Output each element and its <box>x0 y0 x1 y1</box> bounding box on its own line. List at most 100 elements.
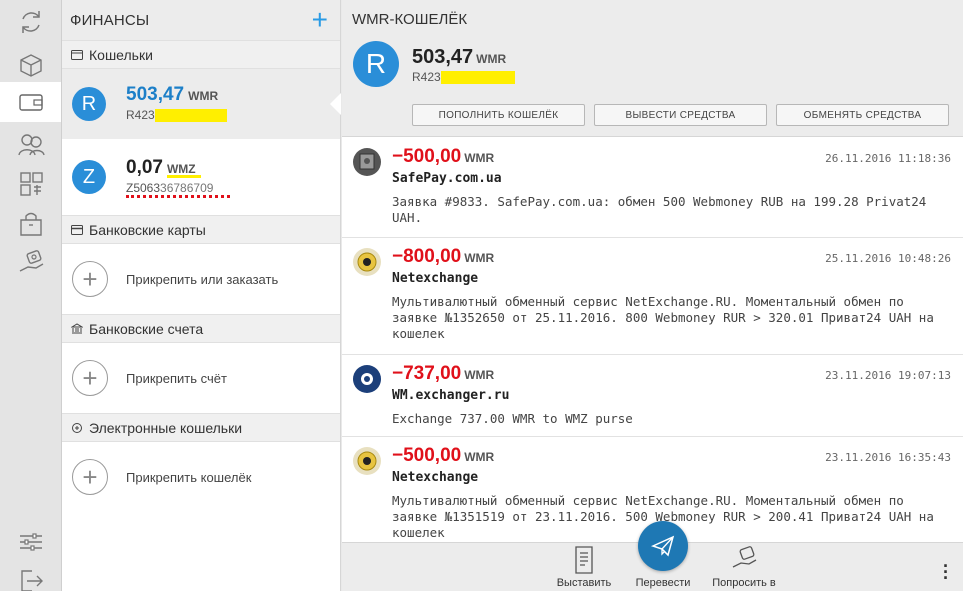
box-icon <box>20 54 42 77</box>
transaction-amount: −737,00 <box>392 363 462 384</box>
attach-card-label: Прикрепить или заказать <box>126 271 279 287</box>
coin-stack-icon <box>70 422 84 433</box>
invoice-button[interactable]: Выставить <box>554 543 614 591</box>
finance-header: ФИНАНСЫ + <box>62 0 340 40</box>
invoice-icon <box>575 546 593 574</box>
transaction-currency: WMR <box>464 151 495 165</box>
hand-money-icon <box>732 546 757 568</box>
transaction-date: 25.11.2016 10:48:26 <box>825 252 951 265</box>
transaction-description: Заявка #9833. SafePay.com.ua: обмен 500 … <box>392 194 927 225</box>
exchanger-logo-icon <box>353 365 381 393</box>
balance-amount: 503,47 WMR <box>412 46 507 68</box>
wallet-avatar: R <box>72 87 106 121</box>
contacts-icon <box>18 134 45 156</box>
transaction-amount: −500,00 <box>392 146 462 167</box>
transaction-currency: WMR <box>464 368 495 382</box>
nav-finance[interactable] <box>0 82 61 122</box>
attach-card-item[interactable]: + Прикрепить или заказать <box>62 244 340 314</box>
wallet-item-wmr[interactable]: R 503,47 WMR R423 <box>62 69 341 139</box>
section-bank-cards-label: Банковские карты <box>89 221 206 238</box>
section-wallets-label: Кошельки <box>89 46 153 63</box>
panel-title: WMR-КОШЕЛЁК <box>352 11 468 28</box>
section-bank-accounts: Банковские счета <box>62 314 340 343</box>
wallet-avatar-large: R <box>353 41 399 87</box>
withdraw-button[interactable]: ВЫВЕСТИ СРЕДСТВА <box>594 104 767 126</box>
bank-icon <box>70 323 84 334</box>
transaction-counterparty: WM.exchanger.ru <box>392 388 510 403</box>
transaction-date: 23.11.2016 16:35:43 <box>825 451 951 464</box>
circle-plus-icon: + <box>72 261 108 297</box>
card-icon <box>70 224 84 235</box>
wallet-summary: WMR-КОШЕЛЁК R 503,47 WMR R423 ПОПОЛНИТЬ К… <box>342 0 963 137</box>
balance-currency: WMR <box>476 52 507 66</box>
transaction-amount: −500,00 <box>392 445 462 466</box>
wallet-small-icon <box>70 49 84 60</box>
coin-icon <box>353 447 381 475</box>
app-window: ФИНАНСЫ + Кошельки R 503,47 WMR R423 Z 0,… <box>0 0 963 591</box>
hand-money-icon <box>19 250 44 272</box>
section-e-wallets: Электронные кошельки <box>62 413 340 442</box>
wallet-id: R423 <box>412 70 515 85</box>
coin-icon <box>353 248 381 276</box>
transaction-counterparty: SafePay.com.ua <box>392 171 502 186</box>
action-bar: ПОПОЛНИТЬ КОШЕЛЁК ВЫВЕСТИ СРЕДСТВА ОБМЕН… <box>412 104 949 126</box>
sliders-icon <box>20 533 42 551</box>
circle-plus-icon: + <box>72 459 108 495</box>
transaction-description: Мультивалютный обменный сервис NetExchan… <box>392 294 934 341</box>
transaction-date: 23.11.2016 19:07:13 <box>825 369 951 382</box>
wallet-amount: 503,47 <box>126 84 185 105</box>
nav-credit[interactable] <box>0 242 62 282</box>
logout-button[interactable] <box>0 560 62 591</box>
transaction-counterparty: Netexchange <box>392 271 479 286</box>
transaction-date: 26.11.2016 11:18:36 <box>825 152 951 165</box>
nav-contacts[interactable] <box>0 124 62 164</box>
transaction-row[interactable]: −500,00 WMR 26.11.2016 11:18:36 SafePay.c… <box>342 138 963 238</box>
attach-account-label: Прикрепить счёт <box>126 370 227 386</box>
wallet-id: R423 <box>126 108 227 123</box>
logout-icon <box>21 570 43 591</box>
finance-panel: ФИНАНСЫ + Кошельки R 503,47 WMR R423 Z 0,… <box>62 0 341 591</box>
topup-button[interactable]: ПОПОЛНИТЬ КОШЕЛЁК <box>412 104 585 126</box>
more-options-icon[interactable]: · · · <box>943 557 949 587</box>
transaction-row[interactable]: −737,00 WMR 23.11.2016 19:07:13 WM.exchan… <box>342 355 963 437</box>
shopping-bag-icon <box>20 212 42 236</box>
nav-box[interactable] <box>0 44 62 84</box>
wallet-item-wmz[interactable]: Z 0,07 WMZ Z506336786709 <box>62 139 340 215</box>
nav-payments[interactable] <box>0 164 62 204</box>
attach-ewallet-item[interactable]: + Прикрепить кошелёк <box>62 442 340 512</box>
section-e-wallets-label: Электронные кошельки <box>89 419 243 436</box>
active-pointer <box>330 93 341 115</box>
settings-button[interactable] <box>0 522 62 562</box>
safe-icon <box>353 148 381 176</box>
wallet-amount: 0,07 <box>126 157 163 178</box>
transfer-label: Перевести <box>635 577 691 589</box>
invoice-label: Выставить <box>556 577 612 589</box>
circle-plus-icon: + <box>72 360 108 396</box>
qr-icon <box>20 172 43 196</box>
transaction-currency: WMR <box>464 450 495 464</box>
finance-title: ФИНАНСЫ <box>70 11 150 29</box>
request-button[interactable]: Попросить в <box>704 543 784 591</box>
add-icon[interactable]: + <box>312 6 328 34</box>
attach-account-item[interactable]: + Прикрепить счёт <box>62 343 340 413</box>
transfer-fab[interactable] <box>638 521 688 571</box>
refresh-icon <box>22 11 40 33</box>
attach-ewallet-label: Прикрепить кошелёк <box>126 469 252 485</box>
refresh-button[interactable] <box>0 2 62 42</box>
wallet-icon <box>18 94 43 111</box>
exchange-button[interactable]: ОБМЕНЯТЬ СРЕДСТВА <box>776 104 949 126</box>
paper-plane-icon <box>650 535 675 557</box>
transaction-row[interactable]: −800,00 WMR 25.11.2016 10:48:26 Netexchan… <box>342 238 963 355</box>
transactions-list: −500,00 WMR 26.11.2016 11:18:36 SafePay.c… <box>342 138 963 542</box>
transaction-amount: −800,00 <box>392 246 462 267</box>
nav-rail <box>0 0 62 591</box>
section-bank-accounts-label: Банковские счета <box>89 320 204 337</box>
nav-shop[interactable] <box>0 204 62 244</box>
wallet-avatar: Z <box>72 160 106 194</box>
bottom-action-bar: Выставить Перевести Попросить в · · · <box>342 521 963 591</box>
wallet-currency: WMR <box>188 89 219 103</box>
request-label: Попросить в <box>712 577 776 589</box>
transaction-currency: WMR <box>464 251 495 265</box>
transaction-description: Exchange 737.00 WMR to WMZ purse <box>392 411 633 426</box>
transaction-counterparty: Netexchange <box>392 470 479 485</box>
